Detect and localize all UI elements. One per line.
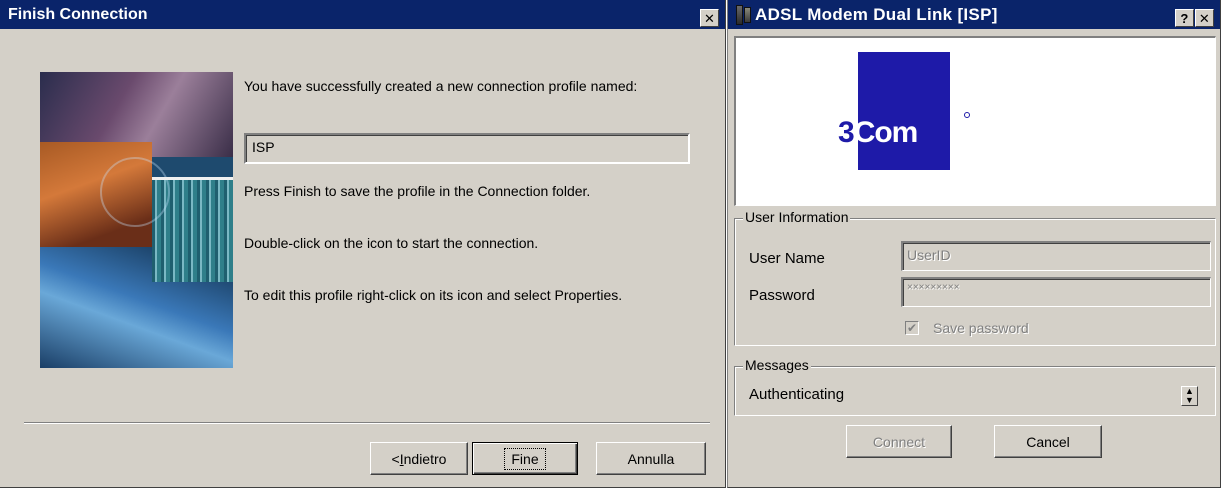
help-icon[interactable]: ? bbox=[1175, 9, 1194, 27]
close-icon[interactable]: ✕ bbox=[1195, 9, 1214, 27]
user-name-label: User Name bbox=[749, 250, 825, 267]
status-message: Authenticating bbox=[749, 386, 845, 403]
finish-button-label: Fine bbox=[504, 447, 546, 470]
close-icon[interactable]: ✕ bbox=[700, 9, 719, 27]
password-field[interactable]: ××××××××× bbox=[901, 277, 1211, 307]
save-password-checkbox[interactable]: ✔ bbox=[905, 321, 919, 335]
finish-dialog-titlebar: Finish Connection ✕ bbox=[0, 0, 725, 29]
modem-icon bbox=[736, 4, 751, 25]
user-name-field[interactable]: UserID bbox=[901, 241, 1211, 271]
password-label: Password bbox=[749, 287, 815, 304]
finish-button[interactable]: Fine bbox=[472, 442, 578, 475]
wizard-illustration bbox=[40, 72, 233, 368]
back-button[interactable]: < Indietro bbox=[370, 442, 468, 475]
adsl-dialog-title: ADSL Modem Dual Link [ISP] bbox=[755, 4, 998, 24]
registered-mark-icon bbox=[964, 112, 970, 118]
cancel-button[interactable]: Cancel bbox=[994, 425, 1102, 458]
3com-logo-text: 3Com bbox=[838, 116, 918, 149]
messages-group: Messages Authenticating ▲ ▼ bbox=[734, 357, 1216, 416]
success-message: You have successfully created a new conn… bbox=[244, 78, 638, 94]
message-scroll-spinner[interactable]: ▲ ▼ bbox=[1181, 386, 1198, 406]
back-prefix: < bbox=[391, 450, 400, 467]
cancel-button[interactable]: Annulla bbox=[596, 442, 706, 475]
divider bbox=[24, 422, 710, 424]
messages-legend: Messages bbox=[743, 357, 811, 373]
back-label-rest: ndietro bbox=[403, 450, 447, 467]
adsl-modem-dialog: ADSL Modem Dual Link [ISP] ? ✕ 3Com User… bbox=[727, 0, 1221, 488]
save-instruction: Press Finish to save the profile in the … bbox=[244, 183, 591, 199]
user-information-legend: User Information bbox=[743, 209, 851, 225]
finish-dialog-title: Finish Connection bbox=[8, 5, 148, 23]
finish-connection-dialog: Finish Connection ✕ You have successfull… bbox=[0, 0, 726, 488]
3com-logo bbox=[858, 52, 950, 170]
profile-name-field: ISP bbox=[244, 133, 690, 164]
connect-button[interactable]: Connect bbox=[846, 425, 952, 458]
logo-panel: 3Com bbox=[734, 36, 1216, 206]
adsl-dialog-titlebar: ADSL Modem Dual Link [ISP] ? ✕ bbox=[728, 0, 1220, 29]
start-instruction: Double-click on the icon to start the co… bbox=[244, 235, 539, 251]
edit-instruction: To edit this profile right-click on its … bbox=[244, 287, 623, 303]
user-information-group: User Information User Name UserID Passwo… bbox=[734, 209, 1216, 346]
save-password-label: Save password bbox=[933, 320, 1029, 336]
